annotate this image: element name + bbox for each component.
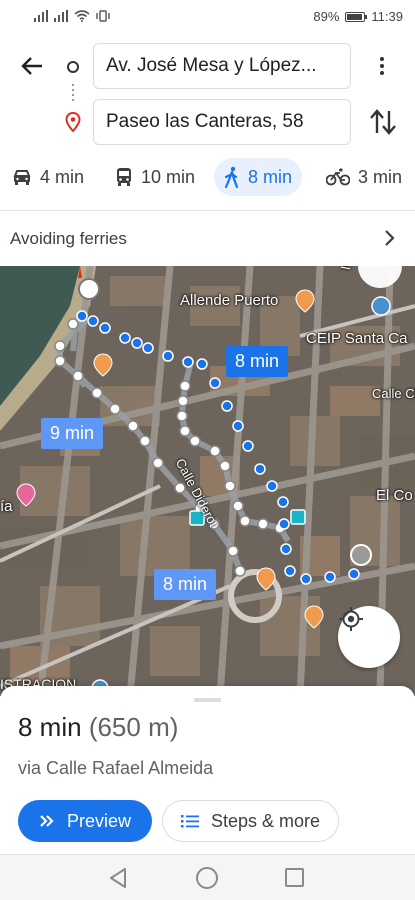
poi-label-calle-cl: Calle Cl bbox=[372, 386, 415, 401]
route-summary-sheet: 8 min (650 m) via Calle Rafael Almeida P… bbox=[0, 686, 415, 854]
route-summary-title: 8 min (650 m) bbox=[18, 712, 178, 743]
route-options-row[interactable]: Avoiding ferries bbox=[0, 211, 415, 266]
preview-label: Preview bbox=[66, 810, 132, 831]
map-view[interactable]: Allende Puerto CEIP Santa Ca Calle Cl El… bbox=[0, 266, 415, 696]
double-chevron-icon bbox=[40, 815, 54, 827]
mode-cycling-time: 3 min bbox=[358, 166, 403, 187]
origin-input[interactable]: Av. José Mesa y López... bbox=[93, 43, 351, 89]
vibrate-icon bbox=[96, 10, 110, 22]
mode-driving[interactable]: 4 min bbox=[2, 158, 94, 196]
back-button[interactable] bbox=[16, 50, 48, 82]
status-icons bbox=[34, 10, 110, 22]
route-via: via Calle Rafael Almeida bbox=[18, 758, 214, 778]
poi-label-el-co: El Co bbox=[376, 487, 413, 504]
nav-home-icon[interactable] bbox=[196, 867, 218, 889]
mode-transit-time: 10 min bbox=[141, 166, 196, 187]
chevron-right-icon bbox=[385, 230, 395, 246]
status-bar: 89% 11:39 bbox=[0, 0, 415, 34]
mode-driving-time: 4 min bbox=[40, 166, 85, 187]
route-duration-alt-bottom[interactable]: 8 min bbox=[154, 569, 217, 600]
walk-icon bbox=[224, 166, 239, 188]
arrow-left-icon bbox=[21, 57, 42, 75]
swap-vert-icon bbox=[370, 109, 396, 135]
swap-route-button[interactable] bbox=[368, 106, 398, 138]
route-options-label: Avoiding ferries bbox=[10, 228, 127, 248]
more-vert-icon bbox=[380, 57, 384, 61]
wifi-icon bbox=[74, 10, 90, 22]
system-nav-bar bbox=[0, 854, 415, 900]
car-icon bbox=[13, 170, 31, 185]
my-location-icon bbox=[339, 607, 363, 631]
clock: 11:39 bbox=[371, 9, 403, 24]
signal-icon bbox=[54, 10, 68, 22]
travel-mode-bar: 4 min 10 min 8 min 3 min bbox=[0, 158, 415, 198]
preview-button[interactable]: Preview bbox=[18, 800, 152, 842]
nav-recents-icon[interactable] bbox=[285, 868, 304, 887]
my-location-button[interactable] bbox=[338, 606, 400, 668]
route-duration-selected[interactable]: 8 min bbox=[226, 346, 289, 377]
route-distance: (650 m) bbox=[88, 712, 179, 742]
battery-percent: 89% bbox=[313, 9, 340, 24]
steps-more-button[interactable]: Steps & more bbox=[162, 800, 339, 842]
destination-input[interactable]: Paseo las Canteras, 58 bbox=[93, 99, 351, 145]
route-connector bbox=[72, 84, 74, 102]
transit-icon bbox=[117, 168, 131, 186]
list-icon bbox=[180, 815, 199, 828]
signal-icon bbox=[34, 10, 48, 22]
route-duration-alt-left[interactable]: 9 min bbox=[41, 418, 104, 449]
mode-walking-time: 8 min bbox=[248, 166, 293, 187]
battery-icon bbox=[345, 11, 368, 22]
destination-pin-icon bbox=[65, 111, 81, 137]
bike-icon bbox=[326, 168, 350, 186]
steps-more-label: Steps & more bbox=[210, 810, 321, 831]
mode-transit[interactable]: 10 min bbox=[105, 158, 205, 196]
poi-label-ceip[interactable]: CEIP Santa Ca bbox=[306, 330, 407, 347]
poi-label-allende[interactable]: Allende Puerto bbox=[180, 292, 278, 309]
poi-label-ia: ía bbox=[0, 498, 13, 515]
route-duration: 8 min bbox=[18, 712, 82, 742]
mode-walking[interactable]: 8 min bbox=[214, 158, 303, 196]
sheet-drag-handle[interactable] bbox=[194, 698, 221, 702]
mode-cycling[interactable]: 3 min bbox=[316, 158, 412, 196]
overflow-menu-button[interactable] bbox=[368, 52, 396, 80]
nav-back-icon[interactable] bbox=[108, 867, 128, 889]
origin-marker-icon bbox=[67, 61, 79, 73]
